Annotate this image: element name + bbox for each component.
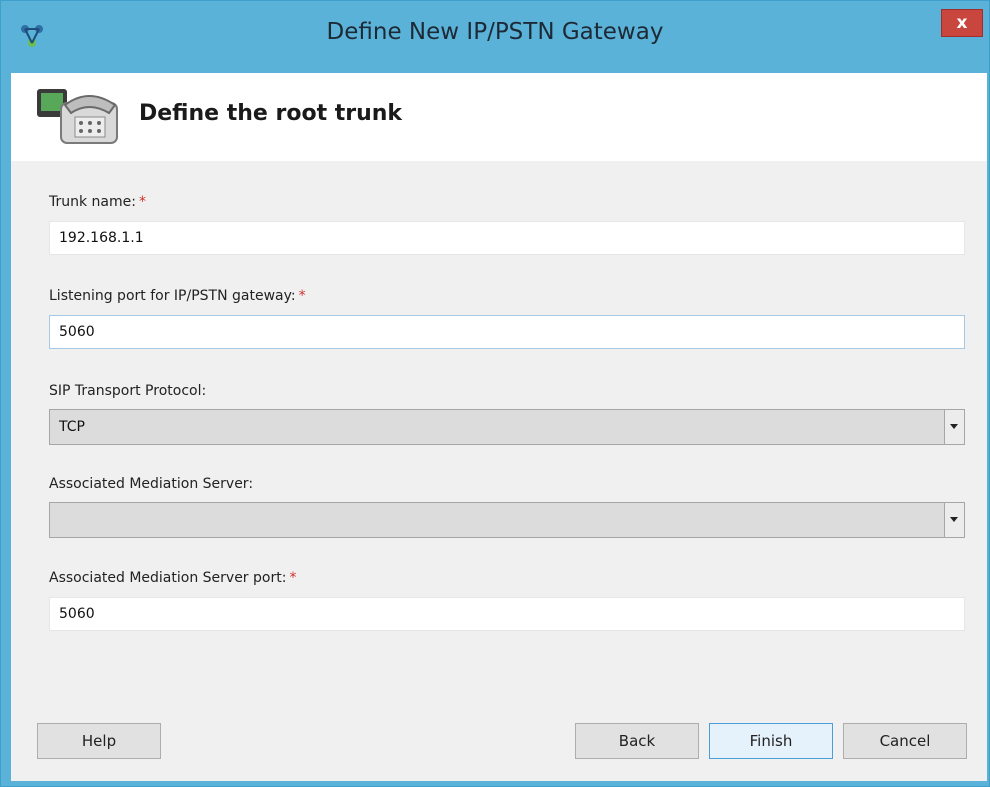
- chevron-down-icon[interactable]: [944, 410, 964, 444]
- title-bar[interactable]: Define New IP/PSTN Gateway x: [1, 1, 989, 73]
- trunk-name-field[interactable]: 192.168.1.1: [49, 221, 965, 255]
- help-button[interactable]: Help: [37, 723, 161, 759]
- listening-port-field[interactable]: 5060: [49, 315, 965, 349]
- mediation-server-dropdown[interactable]: [49, 502, 965, 538]
- sip-transport-value: TCP: [59, 419, 85, 435]
- mediation-server-label: Associated Mediation Server:: [49, 476, 254, 492]
- dialog-body: Define the root trunk Trunk name: * 192.1…: [11, 73, 987, 781]
- mediation-port-field[interactable]: 5060: [49, 597, 965, 631]
- close-button[interactable]: x: [941, 9, 983, 37]
- trunk-name-label: Trunk name: *: [49, 194, 146, 210]
- back-button[interactable]: Back: [575, 723, 699, 759]
- page-title: Define the root trunk: [139, 101, 403, 126]
- required-marker: *: [289, 570, 297, 586]
- required-marker: *: [298, 288, 306, 304]
- required-marker: *: [138, 194, 146, 210]
- cancel-button[interactable]: Cancel: [843, 723, 967, 759]
- chevron-down-icon[interactable]: [944, 503, 964, 537]
- finish-button[interactable]: Finish: [709, 723, 833, 759]
- mediation-port-label: Associated Mediation Server port: *: [49, 570, 297, 586]
- sip-transport-dropdown[interactable]: TCP: [49, 409, 965, 445]
- dialog-window: Define New IP/PSTN Gateway x Define the …: [0, 0, 990, 787]
- telephone-gateway-icon: [37, 89, 118, 144]
- listening-port-label: Listening port for IP/PSTN gateway: *: [49, 288, 306, 304]
- close-icon: x: [956, 13, 968, 33]
- sip-transport-label: SIP Transport Protocol:: [49, 383, 207, 399]
- window-title: Define New IP/PSTN Gateway: [326, 19, 664, 45]
- wizard-header: Define the root trunk: [11, 73, 987, 161]
